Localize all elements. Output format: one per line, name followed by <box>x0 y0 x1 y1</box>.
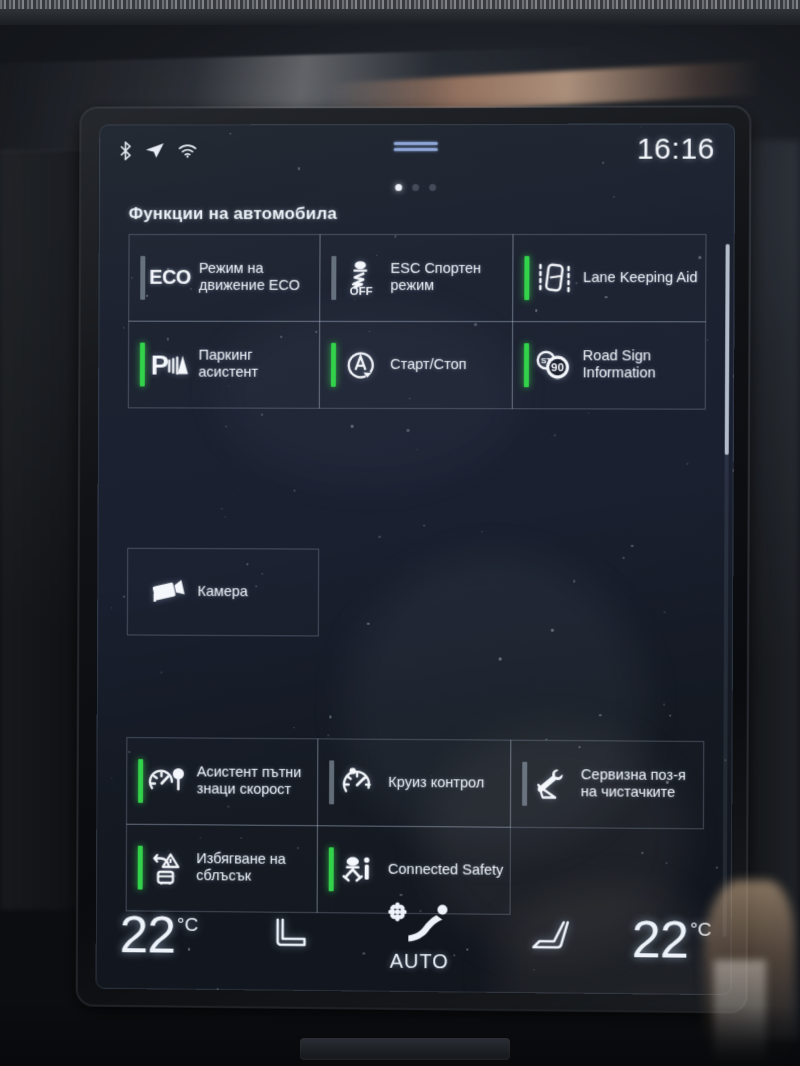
tile-label: Старт/Стоп <box>390 356 467 373</box>
status-indicator-bar <box>521 761 527 806</box>
tile-label: Сервизна поз-я на чистачките <box>580 767 686 802</box>
tile-park-assist[interactable]: P Паркинг асистент <box>127 320 321 409</box>
status-indicator-bar <box>523 343 529 388</box>
passenger-temp-value: 22 <box>631 911 689 970</box>
passenger-seat-button[interactable] <box>527 916 571 964</box>
page-title: Функции на автомобила <box>128 204 338 224</box>
driver-seat-button[interactable] <box>272 913 312 960</box>
tile-eco-drive-mode[interactable]: ECO Режим на движение ECO <box>128 234 321 322</box>
start-stop-icon <box>339 348 383 382</box>
status-indicator-bar <box>140 255 146 300</box>
lane-keeping-icon <box>532 261 576 295</box>
status-indicator-bar <box>138 759 144 803</box>
svg-text:90: 90 <box>551 363 564 375</box>
scrollbar-thumb[interactable] <box>724 244 730 455</box>
park-assist-icon: P <box>148 350 192 380</box>
page-dot-2[interactable] <box>412 183 420 191</box>
camera-tile-row: Камера <box>126 547 320 637</box>
vertical-scrollbar[interactable] <box>722 244 730 937</box>
driver-temp-value: 22 <box>119 906 176 965</box>
auto-label: AUTO <box>389 950 449 973</box>
tile-row: Асистент пътни знаци скорост Круиз контр… <box>126 737 706 830</box>
tile-esc-sport-mode[interactable]: OFF ESC Спортен режим <box>319 233 514 323</box>
tile-road-sign-information[interactable]: ST 90 Road Sign Information <box>511 321 707 410</box>
seat-icon <box>527 916 571 964</box>
auto-climate-button[interactable]: AUTO <box>312 900 528 975</box>
tile-label: Connected Safety <box>387 861 504 879</box>
fan-auto-seat-icon <box>380 900 458 950</box>
status-indicator-bar <box>139 570 144 614</box>
tile-label: Режим на движение ECO <box>198 260 301 294</box>
tile-cruise-control[interactable]: Круиз контрол <box>317 738 511 828</box>
page-dot-1[interactable] <box>395 184 403 192</box>
tile-lane-keeping-aid[interactable]: Lane Keeping Aid <box>511 233 707 323</box>
climate-bar: 22 °C AUTO 22 °C <box>96 881 732 995</box>
dashboard-photo: 16:16 Функции на автомобила ECO Режим на… <box>0 0 800 1066</box>
connected-safety-icon <box>337 853 381 885</box>
page-indicator-dots[interactable] <box>395 183 437 192</box>
wiper-service-icon <box>530 767 574 801</box>
tile-label: Круиз контрол <box>388 774 485 792</box>
tile-wiper-service-position[interactable]: Сервизна поз-я на чистачките <box>509 739 705 830</box>
tile-speed-sign-assist[interactable]: Асистент пътни знаци скорост <box>126 737 319 827</box>
seat-icon <box>272 913 312 960</box>
tile-label: ESC Спортен режим <box>390 260 482 295</box>
camera-icon <box>147 578 191 606</box>
eco-text-icon: ECO <box>149 266 191 289</box>
infotainment-screen[interactable]: 16:16 Функции на автомобила ECO Режим на… <box>95 123 736 996</box>
esc-off-icon: OFF <box>340 260 384 296</box>
tile-start-stop[interactable]: Старт/Стоп <box>319 320 513 410</box>
passenger-temperature[interactable]: 22 °C <box>631 911 712 970</box>
tile-label: Избягване на сблъсък <box>196 851 286 885</box>
dash-trim-top-lower <box>0 9 800 25</box>
tile-label: Road Sign Information <box>582 348 656 382</box>
page-dot-3[interactable] <box>429 183 437 191</box>
status-indicator-bar <box>331 342 337 387</box>
tile-camera[interactable]: Камера <box>126 547 320 637</box>
dash-trim-top <box>0 0 800 9</box>
tile-label: Паркинг асистент <box>198 347 259 381</box>
speed-sign-assist-icon <box>146 765 190 797</box>
center-vent <box>300 1038 510 1060</box>
tile-row: P Паркинг асистент Старт/Стоп ST 90 Road… <box>127 320 708 410</box>
bluetooth-icon <box>119 140 132 160</box>
driver-temp-unit: °C <box>177 914 199 936</box>
tile-row: ECO Режим на движение ECO OFF ESC Спорте… <box>128 233 708 323</box>
status-bar: 16:16 <box>99 123 735 176</box>
wifi-icon <box>178 143 198 158</box>
collision-avoid-icon <box>146 851 190 885</box>
location-arrow-icon <box>145 142 165 159</box>
driver-temperature[interactable]: 22 °C <box>119 906 199 965</box>
cruise-control-icon <box>337 766 381 798</box>
system-icons <box>119 140 198 160</box>
tile-label: Lane Keeping Aid <box>583 269 698 286</box>
car-functions-grid-top: ECO Режим на движение ECO OFF ESC Спорте… <box>127 233 709 410</box>
status-indicator-bar <box>139 342 145 387</box>
tile-label: Асистент пътни знаци скорост <box>196 764 302 799</box>
status-indicator-bar <box>329 760 335 805</box>
status-indicator-bar <box>331 255 337 300</box>
tile-label: Камера <box>197 583 248 600</box>
clock: 16:16 <box>636 132 716 166</box>
status-indicator-bar <box>523 256 530 301</box>
road-sign-90-icon: ST 90 <box>532 349 576 381</box>
svg-text:OFF: OFF <box>350 286 373 296</box>
panel-grabber-handle[interactable] <box>393 141 438 154</box>
svg-text:P: P <box>151 351 169 380</box>
